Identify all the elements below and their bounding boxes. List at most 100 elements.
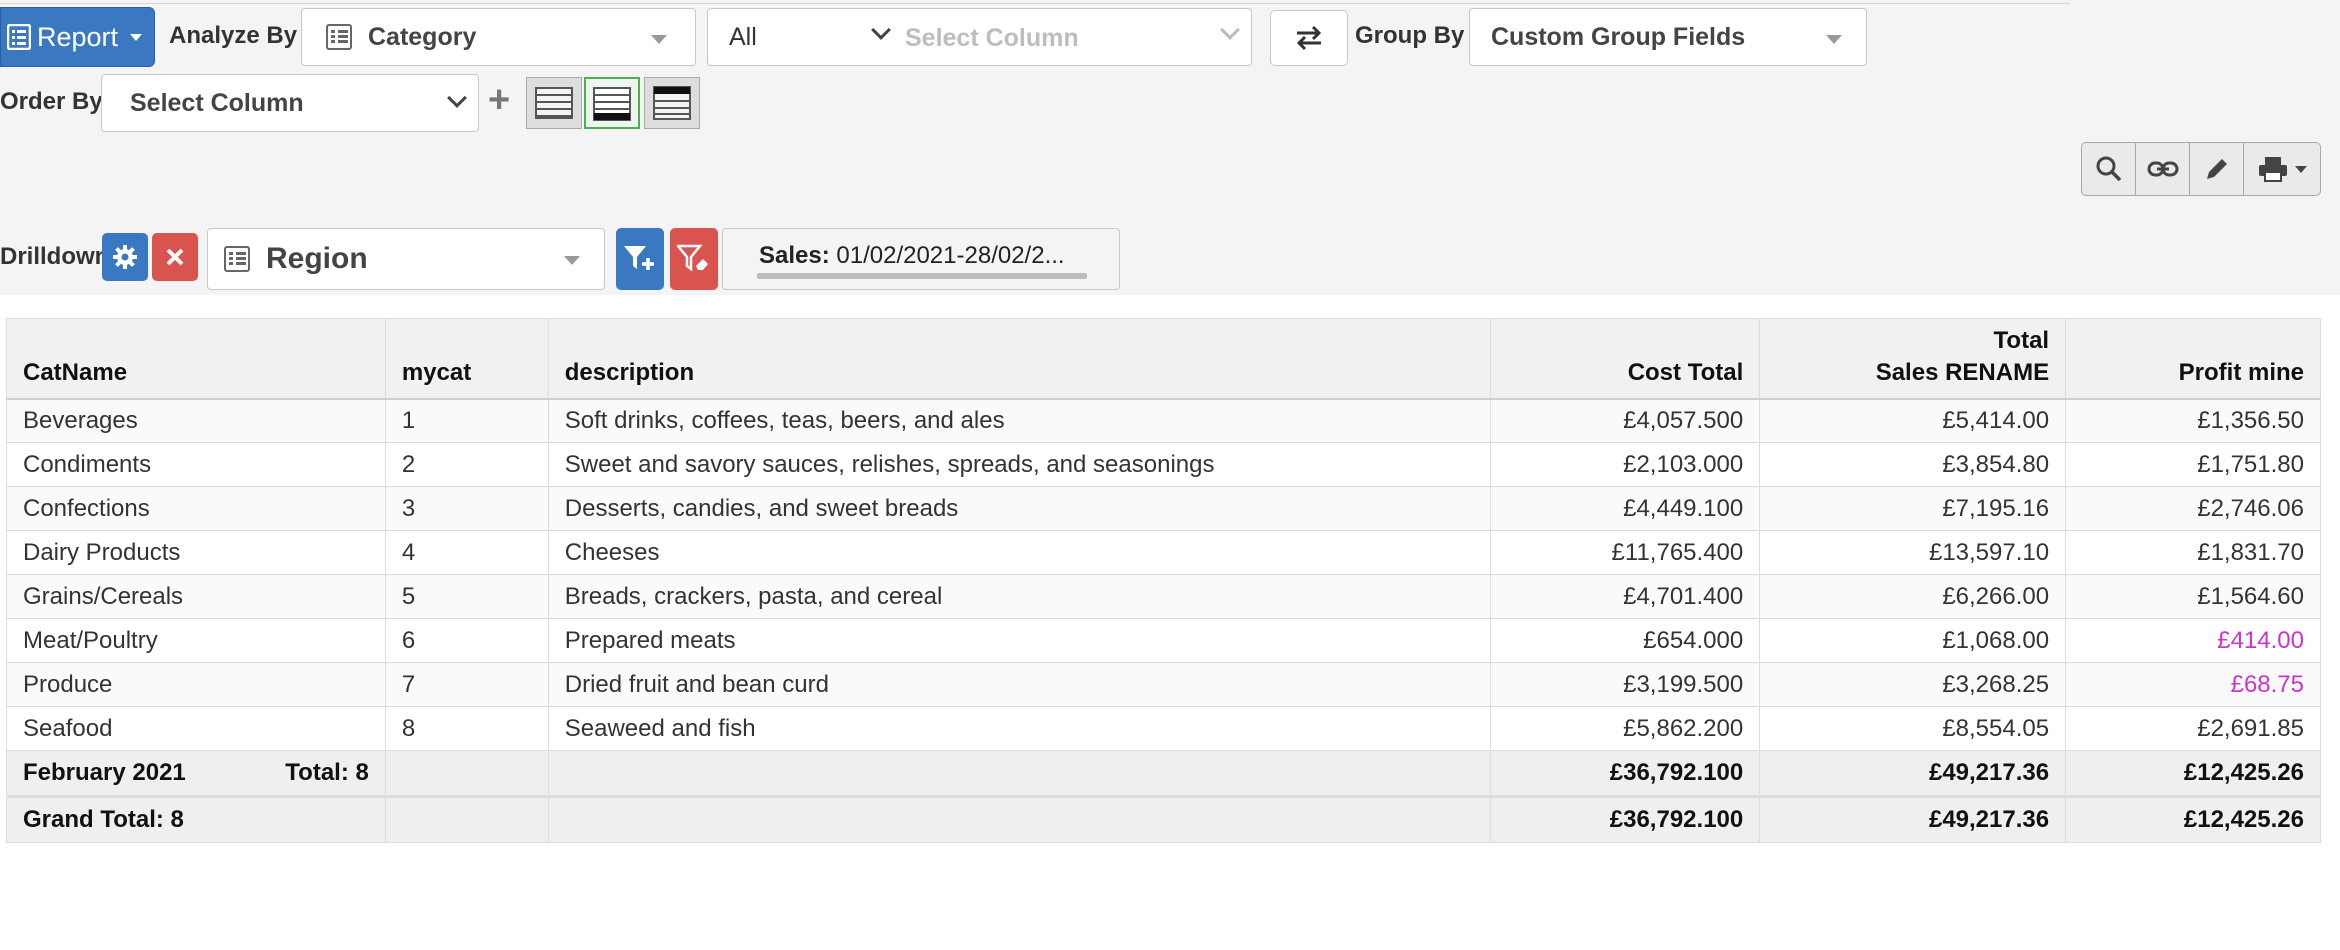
table-lines-icon	[535, 87, 573, 119]
analyze-by-label: Analyze By	[169, 22, 298, 49]
row-style-footer-button[interactable]	[584, 77, 640, 129]
cell-sales: £13,597.10	[1759, 530, 2067, 575]
grand-total-empty-cell	[384, 797, 549, 843]
grand-total-sales: £49,217.36	[1759, 797, 2067, 843]
analyze-by-value: Category	[368, 22, 477, 51]
cell-catname: Beverages	[6, 398, 386, 443]
top-divider	[0, 0, 2070, 4]
table-row[interactable]: Seafood 8 Seaweed and fish £5,862.200 £8…	[6, 706, 2321, 751]
search-button[interactable]	[2082, 143, 2136, 195]
cell-catname: Produce	[6, 662, 386, 707]
drilldown-settings-button[interactable]	[102, 233, 148, 281]
group-by-label: Group By	[1355, 22, 1465, 49]
date-filter-value: 01/02/2021-28/02/2...	[829, 242, 1065, 269]
report-button-label: Report	[37, 21, 119, 52]
scope-select[interactable]: All Select Column	[707, 8, 1252, 66]
group-by-select[interactable]: Custom Group Fields	[1469, 8, 1867, 66]
cell-catname: Confections	[6, 486, 386, 531]
printer-icon	[2259, 157, 2287, 182]
cell-cost: £4,057.500	[1490, 398, 1761, 443]
subtotal-row: February 2021 Total: 8 £36,792.100 £49,2…	[6, 750, 2321, 796]
date-filter-chip[interactable]: Sales: 01/02/2021-28/02/2...	[722, 228, 1120, 290]
cell-profit: £1,564.60	[2065, 574, 2321, 619]
drilldown-field-value: Region	[266, 242, 368, 275]
chevron-down-icon	[447, 88, 467, 108]
cell-mycat: 5	[384, 574, 549, 619]
cell-profit: £2,746.06	[2065, 486, 2321, 531]
table-header-icon	[653, 86, 691, 120]
order-by-value: Select Column	[130, 88, 304, 117]
subtotal-profit: £12,425.26	[2065, 750, 2321, 796]
row-style-plain-button[interactable]	[526, 77, 582, 129]
cell-sales: £3,268.25	[1759, 662, 2067, 707]
chevron-down-icon	[1220, 20, 1240, 40]
table-row[interactable]: Confections 3 Desserts, candies, and swe…	[6, 486, 2321, 531]
table-row[interactable]: Grains/Cereals 5 Breads, crackers, pasta…	[6, 574, 2321, 619]
cell-sales: £1,068.00	[1759, 618, 2067, 663]
group-by-value: Custom Group Fields	[1491, 22, 1746, 51]
report-table: CatName mycat description Cost Total Tot…	[6, 318, 2321, 843]
cell-sales: £6,266.00	[1759, 574, 2067, 619]
cell-catname: Grains/Cereals	[6, 574, 386, 619]
col-header-total-sales-line2: Sales RENAME	[1875, 358, 2050, 386]
caret-down-icon	[2295, 165, 2307, 173]
chevron-down-icon	[871, 20, 891, 40]
cell-description: Seaweed and fish	[547, 706, 1492, 751]
col-header-catname[interactable]: CatName	[6, 318, 386, 400]
cell-cost: £4,701.400	[1490, 574, 1761, 619]
link-button[interactable]	[2136, 143, 2190, 195]
cell-catname: Dairy Products	[6, 530, 386, 575]
col-header-description[interactable]: description	[547, 318, 1492, 400]
edit-button[interactable]	[2190, 143, 2244, 195]
col-header-mycat[interactable]: mycat	[384, 318, 549, 400]
grand-total-cost: £36,792.100	[1490, 797, 1761, 843]
caret-down-icon	[130, 33, 143, 41]
swap-arrows-icon	[1296, 25, 1322, 51]
gear-icon	[113, 245, 137, 269]
table-row[interactable]: Condiments 2 Sweet and savory sauces, re…	[6, 442, 2321, 487]
cell-description: Desserts, candies, and sweet breads	[547, 486, 1492, 531]
drilldown-field-select[interactable]: Region	[207, 228, 605, 290]
subtotal-cost: £36,792.100	[1490, 750, 1761, 796]
swap-axes-button[interactable]	[1270, 10, 1348, 66]
cell-cost: £4,449.100	[1490, 486, 1761, 531]
add-filter-button[interactable]	[616, 228, 664, 290]
dropdown-arrow-icon	[651, 35, 667, 44]
cell-sales: £5,414.00	[1759, 398, 2067, 443]
order-by-select[interactable]: Select Column	[101, 74, 479, 132]
table-row[interactable]: Meat/Poultry 6 Prepared meats £654.000 £…	[6, 618, 2321, 663]
filter-clear-icon	[677, 244, 708, 272]
add-order-button[interactable]: +	[488, 80, 510, 120]
analyze-by-select[interactable]: Category	[301, 8, 696, 66]
subtotal-count: Total: 8	[285, 759, 369, 786]
field-list-icon	[224, 246, 250, 272]
cell-cost: £3,199.500	[1490, 662, 1761, 707]
drilldown-label: Drilldown	[0, 243, 110, 270]
drilldown-remove-button[interactable]	[152, 233, 198, 281]
clear-filter-button[interactable]	[670, 228, 718, 290]
cell-mycat: 3	[384, 486, 549, 531]
order-by-label: Order By	[0, 88, 103, 115]
print-menu-button[interactable]	[2244, 143, 2320, 195]
cell-sales: £7,195.16	[1759, 486, 2067, 531]
subtotal-empty-cell	[547, 750, 1492, 796]
cell-mycat: 6	[384, 618, 549, 663]
subtotal-sales: £49,217.36	[1759, 750, 2067, 796]
grand-total-empty-cell	[547, 797, 1492, 843]
table-row[interactable]: Produce 7 Dried fruit and bean curd £3,1…	[6, 662, 2321, 707]
col-header-profit[interactable]: Profit mine	[2065, 318, 2321, 400]
field-list-icon	[326, 24, 352, 50]
cell-sales: £8,554.05	[1759, 706, 2067, 751]
cell-mycat: 8	[384, 706, 549, 751]
table-row[interactable]: Beverages 1 Soft drinks, coffees, teas, …	[6, 398, 2321, 443]
grand-total-row: Grand Total: 8 £36,792.100 £49,217.36 £1…	[6, 797, 2321, 843]
report-list-icon	[7, 24, 31, 50]
table-row[interactable]: Dairy Products 4 Cheeses £11,765.400 £13…	[6, 530, 2321, 575]
col-header-cost-total[interactable]: Cost Total	[1490, 318, 1761, 400]
row-style-header-button[interactable]	[644, 77, 700, 129]
col-header-total-sales[interactable]: Total Sales RENAME	[1759, 318, 2067, 400]
report-button[interactable]: Report	[0, 7, 155, 67]
cell-profit: £1,831.70	[2065, 530, 2321, 575]
date-filter-bar	[757, 273, 1087, 279]
filter-plus-icon	[624, 246, 654, 270]
